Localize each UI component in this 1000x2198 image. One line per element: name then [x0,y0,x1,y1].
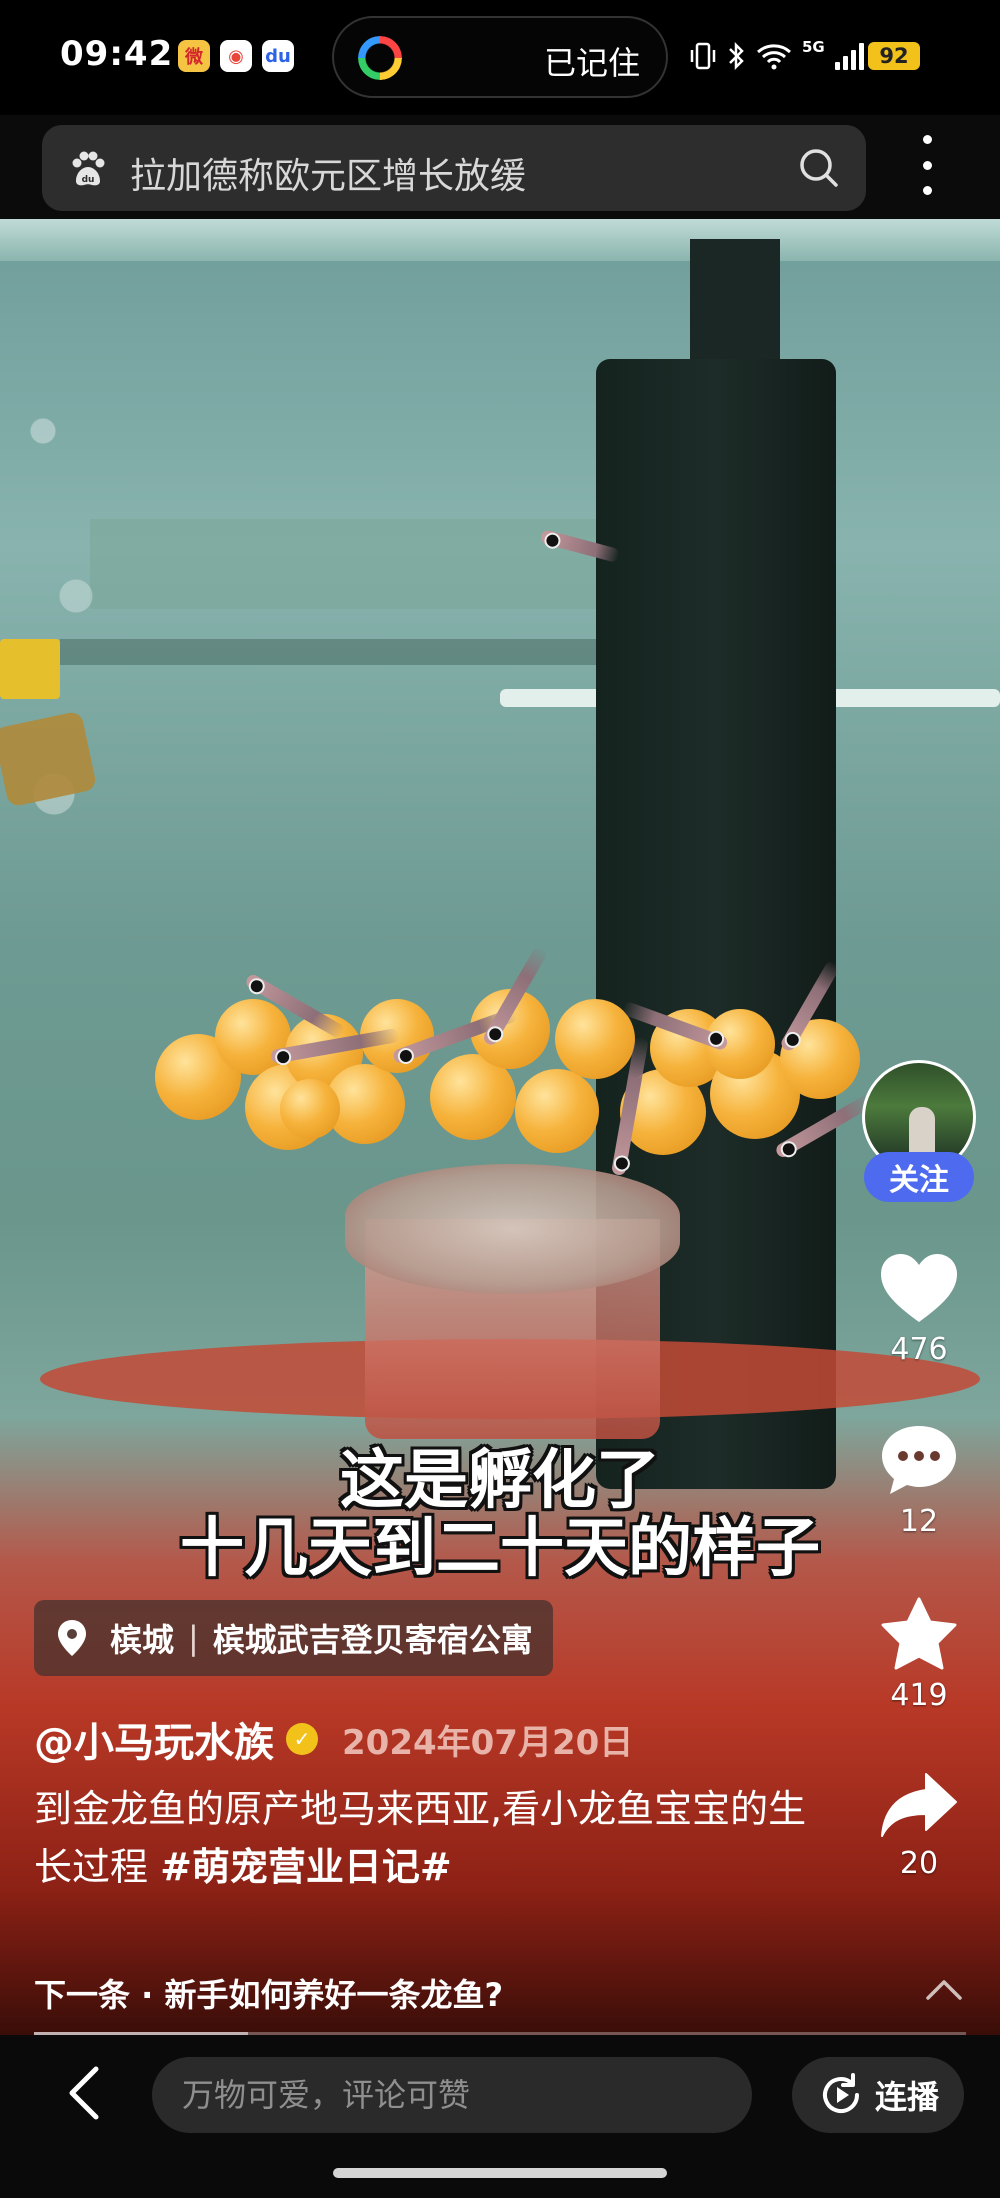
share-count: 20 [899,1846,939,1881]
back-arrow-icon[interactable] [62,2063,106,2123]
island-text: 已记住 [543,44,640,82]
hashtag-link[interactable]: #萌宠营业日记# [160,1845,452,1889]
location-tag[interactable]: 槟城 | 槟城武吉登贝寄宿公寓 [34,1600,553,1676]
home-indicator[interactable] [333,2168,667,2178]
post-date: 2024年07月20日 [342,1722,634,1763]
bottom-bar: 连播 [0,2035,1000,2198]
tank-rim [0,219,1000,261]
baidu-paw-icon: du [72,151,105,186]
svg-text:du: du [82,175,95,185]
location-pin-icon [58,1620,86,1656]
assistant-ring-icon [358,36,402,80]
status-bar: 09:42 微 ◉ du 已记住 5G 92 [0,0,1000,115]
favorite-count: 419 [890,1678,948,1713]
favorite-action[interactable]: 419 [862,1596,976,1713]
bluetooth-icon [729,41,744,71]
video-caption-line2: 十几天到二十天的样子 [180,1512,820,1586]
status-icons: 5G [690,38,864,74]
signal-icon [834,42,864,70]
network-type: 5G [802,38,825,56]
autoplay-icon [823,2073,859,2113]
like-count: 476 [890,1332,948,1367]
background-rail [60,639,620,665]
more-options-icon[interactable] [912,135,942,195]
comment-count: 12 [899,1504,939,1539]
next-video-bar[interactable]: 下一条 · 新手如何养好一条龙鱼? [0,1952,1000,2034]
comment-input[interactable] [152,2057,752,2133]
share-action[interactable]: 20 [862,1770,976,1881]
search-row: du 拉加德称欧元区增长放缓 [0,115,1000,219]
location-city: 槟城 [110,1621,175,1659]
search-query: 拉加德称欧元区增长放缓 [130,156,527,197]
verified-badge-icon: ✓ [286,1723,318,1755]
map-icon: ◉ [220,40,252,72]
share-arrow-icon [881,1773,957,1837]
author-row: @小马玩水族 ✓ 2024年07月20日 [34,1710,633,1768]
next-video-label: 下一条 · 新手如何养好一条龙鱼? [34,1976,504,2014]
search-icon[interactable] [798,147,840,189]
follow-button[interactable]: 关注 [864,1152,974,1202]
autoplay-button[interactable]: 连播 [792,2057,964,2133]
wifi-icon [757,44,791,70]
status-time: 09:42 [60,34,174,74]
heart-icon [881,1254,957,1322]
star-icon [881,1597,957,1670]
tank-clip [0,639,60,699]
comment-action[interactable]: 12 [862,1422,976,1539]
feeder-top [345,1164,680,1294]
vibrate-icon [690,42,716,70]
location-separator: | [188,1619,199,1657]
air-bubbles [10,299,120,959]
search-bar[interactable]: du 拉加德称欧元区增长放缓 [42,125,866,211]
comment-bubble-icon [882,1426,956,1494]
weibo-icon: 微 [178,40,210,72]
autoplay-label: 连播 [874,2078,939,2116]
post-description: 到金龙鱼的原产地马来西亚,看小龙鱼宝宝的生长过程 #萌宠营业日记# [34,1780,834,1896]
like-action[interactable]: 476 [862,1250,976,1367]
battery-indicator: 92 [868,42,920,70]
dynamic-island[interactable]: 已记住 [332,16,668,98]
baidu-icon: du [262,40,294,72]
author-name[interactable]: @小马玩水族 [34,1710,274,1768]
chevron-up-icon[interactable] [924,1974,964,2004]
location-place: 槟城武吉登贝寄宿公寓 [212,1621,533,1659]
